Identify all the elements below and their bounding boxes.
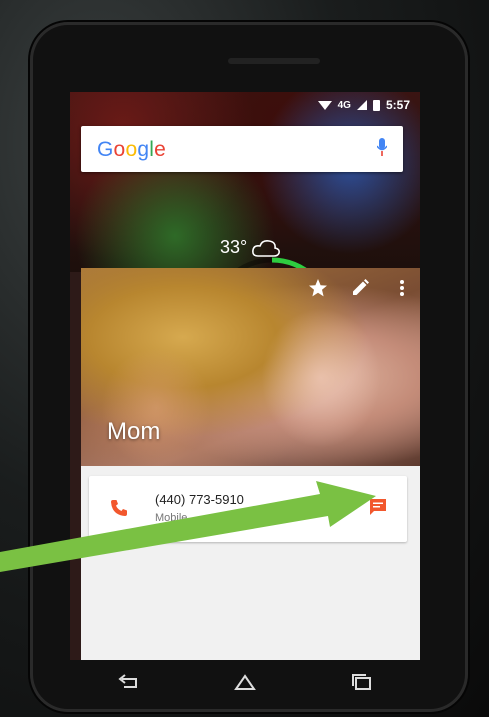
status-icons: 4G 5:57: [317, 98, 410, 112]
contact-details: (440) 773-5910 Mobile: [81, 466, 420, 660]
google-search-bar[interactable]: Google: [81, 126, 403, 172]
phone-screen: 4G 5:57 Google 33° Mom (440) 773-5910 Mo…: [70, 92, 420, 660]
google-logo: Google: [97, 138, 166, 161]
weather-widget[interactable]: 33°: [220, 237, 281, 258]
weather-temperature: 33°: [220, 237, 248, 257]
status-bar: 4G 5:57: [70, 92, 420, 118]
photo-face: [101, 348, 211, 468]
network-type: 4G: [337, 99, 351, 111]
phone-icon[interactable]: [109, 498, 129, 518]
signal-icon: [356, 100, 367, 110]
battery-icon: [372, 99, 380, 111]
back-icon[interactable]: [116, 674, 140, 692]
status-time: 5:57: [385, 98, 410, 112]
wifi-icon: [317, 100, 332, 110]
phone-number: (440) 773-5910: [155, 492, 244, 507]
contact-photo: Mom: [81, 268, 420, 468]
star-icon[interactable]: [308, 278, 328, 298]
photo-face: [261, 308, 381, 448]
earpiece-speaker: [228, 58, 320, 64]
more-vert-icon[interactable]: [392, 278, 412, 298]
navigation-bar: [70, 660, 420, 706]
home-icon[interactable]: [233, 674, 257, 692]
edit-icon[interactable]: [350, 278, 370, 298]
cloud-icon: [252, 239, 281, 257]
phone-entry-card[interactable]: (440) 773-5910 Mobile: [89, 476, 407, 542]
phone-type: Mobile: [155, 512, 188, 524]
message-icon[interactable]: [369, 498, 387, 516]
contact-actions: [308, 278, 412, 298]
recents-icon[interactable]: [350, 674, 374, 692]
mic-icon[interactable]: [377, 138, 387, 156]
contact-name: Mom: [107, 418, 161, 445]
